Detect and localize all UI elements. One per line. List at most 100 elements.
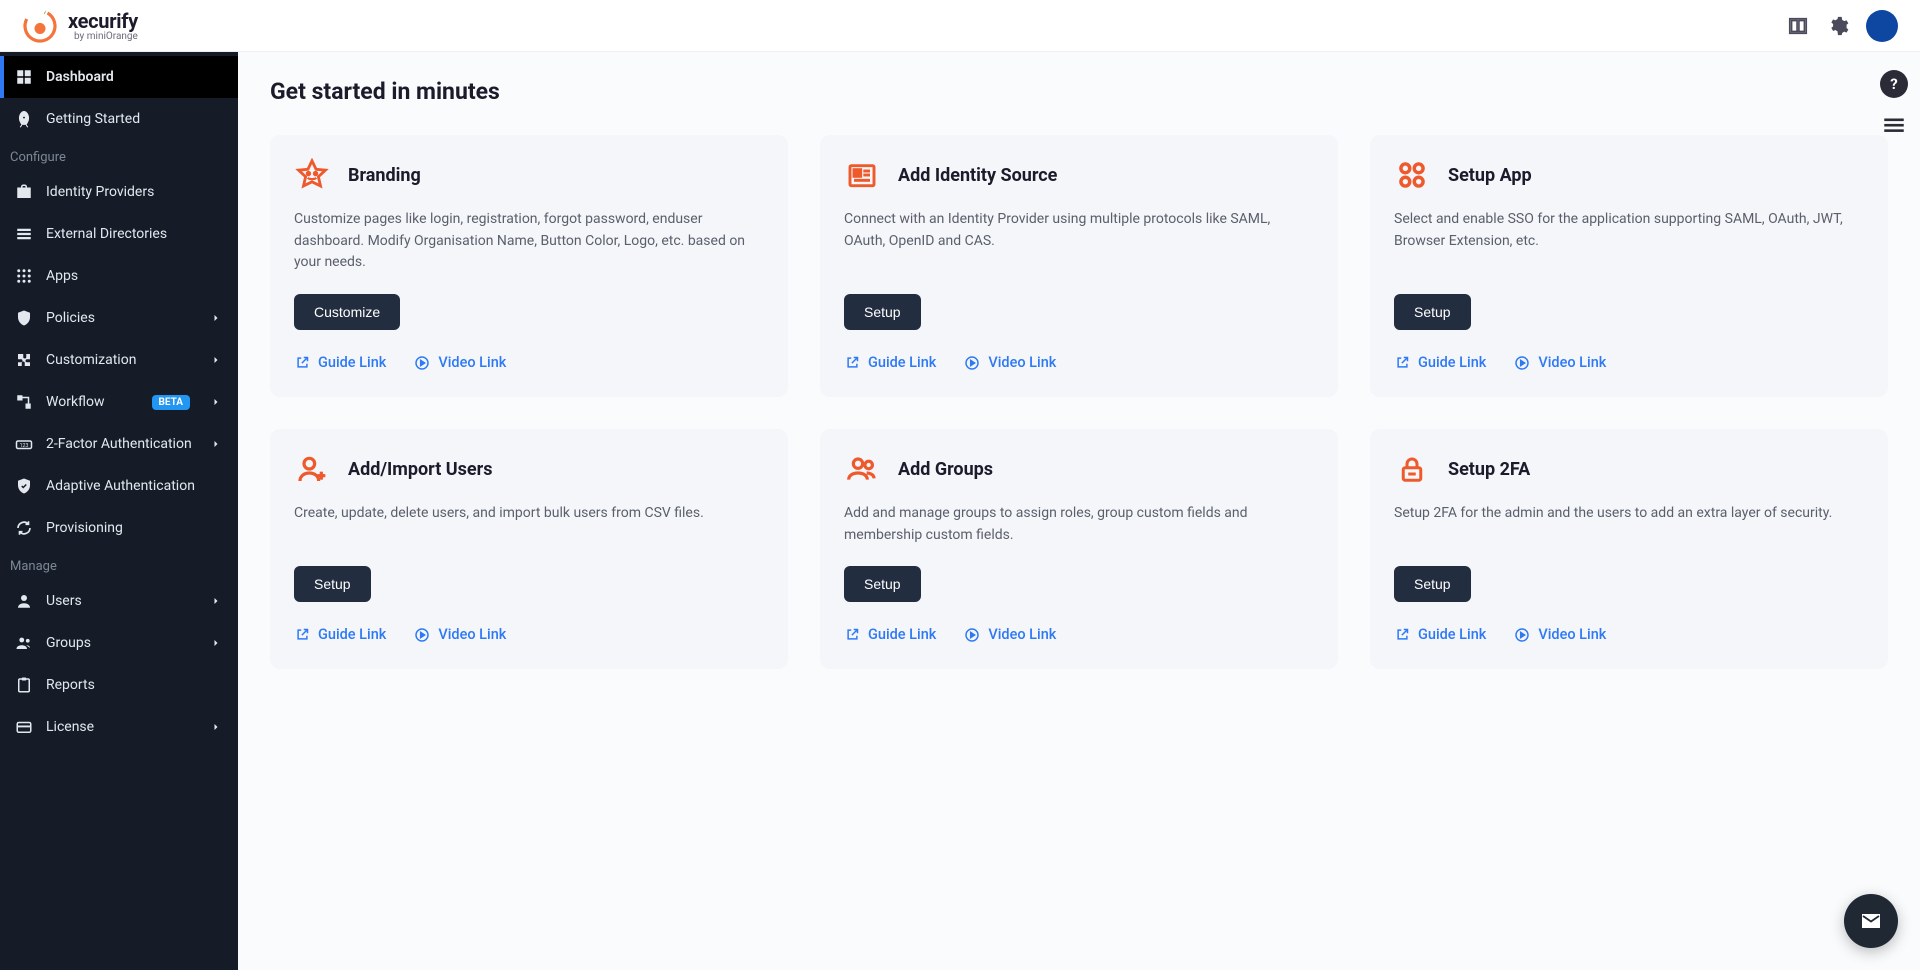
menu-icon[interactable] bbox=[1881, 112, 1907, 142]
user-plus-icon bbox=[294, 451, 330, 487]
sidebar-item-label: Reports bbox=[46, 677, 95, 693]
docs-icon[interactable] bbox=[1786, 14, 1810, 38]
chevron-right-icon bbox=[208, 436, 224, 452]
setup-button[interactable]: Setup bbox=[1394, 294, 1471, 330]
logo[interactable]: xecurify by miniOrange bbox=[22, 8, 138, 44]
sidebar-item-identity-providers[interactable]: Identity Providers bbox=[0, 171, 238, 213]
card-setup-2fa: Setup 2FA Setup 2FA for the admin and th… bbox=[1370, 429, 1888, 669]
logo-icon bbox=[22, 8, 58, 44]
guide-link[interactable]: Guide Link bbox=[1394, 354, 1486, 371]
apps-icon bbox=[14, 266, 34, 286]
sidebar-item-provisioning[interactable]: Provisioning bbox=[0, 507, 238, 549]
guide-link[interactable]: Guide Link bbox=[1394, 626, 1486, 643]
card-desc: Select and enable SSO for the applicatio… bbox=[1394, 209, 1864, 274]
card-title: Add Identity Source bbox=[898, 165, 1057, 186]
card-branding: Branding Customize pages like login, reg… bbox=[270, 135, 788, 397]
page-title: Get started in minutes bbox=[270, 78, 1888, 105]
header: xecurify by miniOrange bbox=[0, 0, 1920, 52]
video-link[interactable]: Video Link bbox=[964, 354, 1056, 371]
apps-grid-icon bbox=[1394, 157, 1430, 193]
guide-link[interactable]: Guide Link bbox=[294, 626, 386, 643]
card-desc: Add and manage groups to assign roles, g… bbox=[844, 503, 1314, 546]
sidebar-item-label: Getting Started bbox=[46, 111, 140, 127]
sidebar-item-label: Identity Providers bbox=[46, 184, 154, 200]
workflow-icon bbox=[14, 392, 34, 412]
card-title: Setup 2FA bbox=[1448, 459, 1530, 480]
avatar[interactable] bbox=[1866, 10, 1898, 42]
card-desc: Customize pages like login, registration… bbox=[294, 209, 764, 274]
briefcase-icon bbox=[14, 182, 34, 202]
card-desc: Connect with an Identity Provider using … bbox=[844, 209, 1314, 274]
video-link[interactable]: Video Link bbox=[964, 626, 1056, 643]
sidebar-item-external-directories[interactable]: External Directories bbox=[0, 213, 238, 255]
sidebar-item-users[interactable]: Users bbox=[0, 580, 238, 622]
setup-button[interactable]: Setup bbox=[294, 566, 371, 602]
sidebar-item-label: Customization bbox=[46, 352, 136, 368]
video-link[interactable]: Video Link bbox=[414, 354, 506, 371]
lock-icon bbox=[1394, 451, 1430, 487]
sidebar-item-adaptive-auth[interactable]: Adaptive Authentication bbox=[0, 465, 238, 507]
star-icon bbox=[294, 157, 330, 193]
external-link-icon bbox=[294, 355, 310, 371]
chevron-right-icon bbox=[208, 593, 224, 609]
sidebar-item-label: Users bbox=[46, 593, 82, 609]
sidebar-item-apps[interactable]: Apps bbox=[0, 255, 238, 297]
group-icon bbox=[14, 633, 34, 653]
external-link-icon bbox=[1394, 627, 1410, 643]
sync-icon bbox=[14, 518, 34, 538]
gear-icon[interactable] bbox=[1826, 14, 1850, 38]
video-link[interactable]: Video Link bbox=[1514, 354, 1606, 371]
id-card-icon bbox=[844, 157, 880, 193]
sidebar-item-label: Apps bbox=[46, 268, 78, 284]
card-identity-source: Add Identity Source Connect with an Iden… bbox=[820, 135, 1338, 397]
sidebar-item-getting-started[interactable]: Getting Started bbox=[0, 98, 238, 140]
dashboard-icon bbox=[14, 67, 34, 87]
svg-text:123: 123 bbox=[20, 443, 29, 449]
card-add-users: Add/Import Users Create, update, delete … bbox=[270, 429, 788, 669]
external-link-icon bbox=[1394, 355, 1410, 371]
sidebar-item-reports[interactable]: Reports bbox=[0, 664, 238, 706]
card-icon bbox=[14, 717, 34, 737]
mail-fab[interactable] bbox=[1844, 894, 1898, 948]
sidebar-item-policies[interactable]: Policies bbox=[0, 297, 238, 339]
list-icon bbox=[14, 224, 34, 244]
clipboard-icon bbox=[14, 675, 34, 695]
chevron-right-icon bbox=[208, 352, 224, 368]
external-link-icon bbox=[844, 355, 860, 371]
card-title: Setup App bbox=[1448, 165, 1532, 186]
card-setup-app: Setup App Select and enable SSO for the … bbox=[1370, 135, 1888, 397]
video-link[interactable]: Video Link bbox=[414, 626, 506, 643]
sidebar-item-customization[interactable]: Customization bbox=[0, 339, 238, 381]
play-circle-icon bbox=[964, 627, 980, 643]
chevron-right-icon bbox=[208, 719, 224, 735]
card-add-groups: Add Groups Add and manage groups to assi… bbox=[820, 429, 1338, 669]
card-desc: Create, update, delete users, and import… bbox=[294, 503, 764, 546]
sidebar-item-label: External Directories bbox=[46, 226, 167, 242]
chevron-right-icon bbox=[208, 635, 224, 651]
sidebar-section-configure: Configure bbox=[0, 140, 238, 171]
help-icon[interactable]: ? bbox=[1880, 70, 1908, 98]
sidebar-item-groups[interactable]: Groups bbox=[0, 622, 238, 664]
sidebar-item-dashboard[interactable]: Dashboard bbox=[0, 56, 238, 98]
guide-link[interactable]: Guide Link bbox=[844, 354, 936, 371]
sidebar-item-label: Provisioning bbox=[46, 520, 123, 536]
sidebar-item-license[interactable]: License bbox=[0, 706, 238, 748]
logo-byline: by miniOrange bbox=[68, 31, 138, 42]
play-circle-icon bbox=[414, 627, 430, 643]
play-circle-icon bbox=[1514, 355, 1530, 371]
customize-button[interactable]: Customize bbox=[294, 294, 400, 330]
setup-button[interactable]: Setup bbox=[1394, 566, 1471, 602]
setup-button[interactable]: Setup bbox=[844, 294, 921, 330]
card-title: Branding bbox=[348, 165, 421, 186]
sidebar-item-label: Workflow bbox=[46, 394, 105, 410]
guide-link[interactable]: Guide Link bbox=[294, 354, 386, 371]
beta-badge: BETA bbox=[152, 395, 191, 410]
sidebar-item-workflow[interactable]: Workflow BETA bbox=[0, 381, 238, 423]
video-link[interactable]: Video Link bbox=[1514, 626, 1606, 643]
guide-link[interactable]: Guide Link bbox=[844, 626, 936, 643]
shield-check-icon bbox=[14, 476, 34, 496]
puzzle-icon bbox=[14, 350, 34, 370]
card-desc: Setup 2FA for the admin and the users to… bbox=[1394, 503, 1864, 546]
setup-button[interactable]: Setup bbox=[844, 566, 921, 602]
sidebar-item-2fa[interactable]: 123 2-Factor Authentication bbox=[0, 423, 238, 465]
